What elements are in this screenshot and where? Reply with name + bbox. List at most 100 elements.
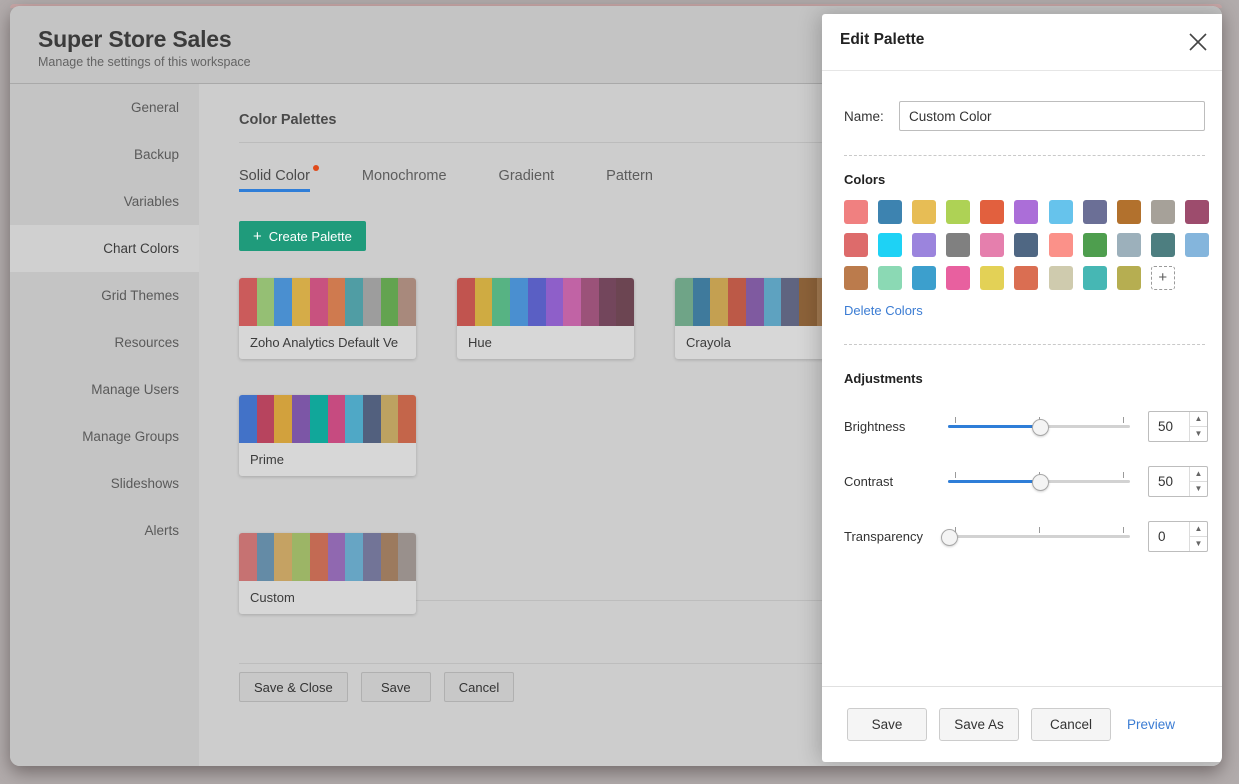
sidebar-item-general[interactable]: General xyxy=(10,84,199,131)
sidebar-item-variables[interactable]: Variables xyxy=(10,178,199,225)
color-swatch[interactable] xyxy=(1014,200,1038,224)
color-swatch[interactable] xyxy=(1117,266,1141,290)
color-swatch[interactable] xyxy=(1151,200,1175,224)
save-button[interactable]: Save xyxy=(361,672,431,702)
color-swatch[interactable] xyxy=(1049,200,1073,224)
palette-color-strip xyxy=(457,278,634,326)
palette-color-band xyxy=(274,278,292,326)
chevron-down-icon[interactable]: ▼ xyxy=(1190,537,1207,551)
slider-thumb[interactable] xyxy=(1032,419,1049,436)
tab-solid-color[interactable]: Solid Color xyxy=(239,168,310,192)
palette-color-band xyxy=(528,278,546,326)
chevron-up-icon[interactable]: ▲ xyxy=(1190,412,1207,427)
palette-card[interactable]: Prime xyxy=(239,395,416,476)
slider-thumb[interactable] xyxy=(941,529,958,546)
palette-card[interactable]: Custom xyxy=(239,533,416,614)
color-swatch[interactable] xyxy=(1117,200,1141,224)
sidebar-item-chart-colors[interactable]: Chart Colors xyxy=(10,225,199,272)
color-swatch[interactable] xyxy=(1083,200,1107,224)
palette-name-input[interactable] xyxy=(899,101,1205,131)
adjustments-rows: Brightness50▲▼Contrast50▲▼Transparency0▲… xyxy=(844,411,1205,551)
adjustment-row-transparency: Transparency0▲▼ xyxy=(844,521,1205,551)
tab-gradient[interactable]: Gradient xyxy=(499,168,555,192)
palette-card-name: Prime xyxy=(239,443,416,476)
sidebar-item-manage-users[interactable]: Manage Users xyxy=(10,366,199,413)
color-swatch[interactable] xyxy=(912,266,936,290)
stepper-buttons: ▲▼ xyxy=(1189,467,1207,496)
save-close-button[interactable]: Save & Close xyxy=(239,672,348,702)
color-swatch[interactable] xyxy=(980,266,1004,290)
color-swatch[interactable] xyxy=(1185,200,1209,224)
color-swatch[interactable] xyxy=(844,266,868,290)
color-swatch[interactable] xyxy=(844,200,868,224)
color-swatch[interactable] xyxy=(980,200,1004,224)
slider-brightness[interactable] xyxy=(948,411,1130,441)
palette-color-strip xyxy=(239,533,416,581)
create-palette-button[interactable]: + Create Palette xyxy=(239,221,366,251)
color-swatch[interactable] xyxy=(878,200,902,224)
palette-color-band xyxy=(239,395,257,443)
close-icon[interactable] xyxy=(1184,28,1212,56)
palette-color-band xyxy=(363,533,381,581)
color-swatch[interactable] xyxy=(946,233,970,257)
tab-monochrome[interactable]: Monochrome xyxy=(362,168,447,192)
color-swatch[interactable] xyxy=(1083,233,1107,257)
dialog-save-as-button[interactable]: Save As xyxy=(939,708,1019,741)
slider-tick xyxy=(955,417,956,423)
cancel-button[interactable]: Cancel xyxy=(444,672,514,702)
color-swatch[interactable] xyxy=(1151,233,1175,257)
color-swatch[interactable] xyxy=(912,233,936,257)
tab-pattern[interactable]: Pattern xyxy=(606,168,653,192)
stepper-value: 50 xyxy=(1158,467,1173,496)
slider-tick xyxy=(1123,527,1124,533)
chevron-down-icon[interactable]: ▼ xyxy=(1190,482,1207,496)
slider-fill xyxy=(948,425,1039,428)
standard-palettes-row-2: Prime xyxy=(239,395,416,476)
slider-contrast[interactable] xyxy=(948,466,1130,496)
add-color-icon[interactable]: + xyxy=(1151,266,1175,290)
palette-color-band xyxy=(328,278,346,326)
stepper-transparency[interactable]: 0▲▼ xyxy=(1148,521,1208,552)
palette-card[interactable]: Hue xyxy=(457,278,634,359)
color-swatch[interactable] xyxy=(1014,233,1038,257)
chevron-up-icon[interactable]: ▲ xyxy=(1190,467,1207,482)
chevron-up-icon[interactable]: ▲ xyxy=(1190,522,1207,537)
color-swatch[interactable] xyxy=(1049,233,1073,257)
stepper-value: 50 xyxy=(1158,412,1173,441)
standard-palettes-row-1: Zoho Analytics Default VeHueCrayola xyxy=(239,278,852,359)
color-swatch[interactable] xyxy=(946,266,970,290)
color-swatch[interactable] xyxy=(844,233,868,257)
slider-tick xyxy=(955,472,956,478)
palette-color-band xyxy=(381,533,399,581)
slider-thumb[interactable] xyxy=(1032,474,1049,491)
sidebar-item-manage-groups[interactable]: Manage Groups xyxy=(10,413,199,460)
sidebar-item-alerts[interactable]: Alerts xyxy=(10,507,199,554)
palette-name-label: Name: xyxy=(844,109,899,124)
dialog-cancel-button[interactable]: Cancel xyxy=(1031,708,1111,741)
chevron-down-icon[interactable]: ▼ xyxy=(1190,427,1207,441)
stepper-contrast[interactable]: 50 ▲▼ xyxy=(1148,466,1208,497)
color-swatch[interactable] xyxy=(1117,233,1141,257)
delete-colors-link[interactable]: Delete Colors xyxy=(844,303,923,318)
palette-card[interactable]: Zoho Analytics Default Ve xyxy=(239,278,416,359)
color-swatch[interactable] xyxy=(912,200,936,224)
sidebar-item-resources[interactable]: Resources xyxy=(10,319,199,366)
palette-color-band xyxy=(345,278,363,326)
color-swatch[interactable] xyxy=(1083,266,1107,290)
preview-link[interactable]: Preview xyxy=(1127,717,1175,732)
color-swatch[interactable] xyxy=(878,266,902,290)
color-swatch[interactable] xyxy=(1049,266,1073,290)
palette-color-band xyxy=(381,278,399,326)
stepper-brightness[interactable]: 50 ▲▼ xyxy=(1148,411,1208,442)
color-swatch[interactable] xyxy=(1014,266,1038,290)
color-swatch[interactable] xyxy=(878,233,902,257)
sidebar-item-backup[interactable]: Backup xyxy=(10,131,199,178)
sidebar-item-slideshows[interactable]: Slideshows xyxy=(10,460,199,507)
color-swatch[interactable] xyxy=(1185,233,1209,257)
color-swatch[interactable] xyxy=(946,200,970,224)
color-swatch[interactable] xyxy=(980,233,1004,257)
dialog-save-button[interactable]: Save xyxy=(847,708,927,741)
create-palette-label: Create Palette xyxy=(269,229,352,244)
sidebar-item-grid-themes[interactable]: Grid Themes xyxy=(10,272,199,319)
slider-transparency[interactable] xyxy=(948,521,1130,551)
